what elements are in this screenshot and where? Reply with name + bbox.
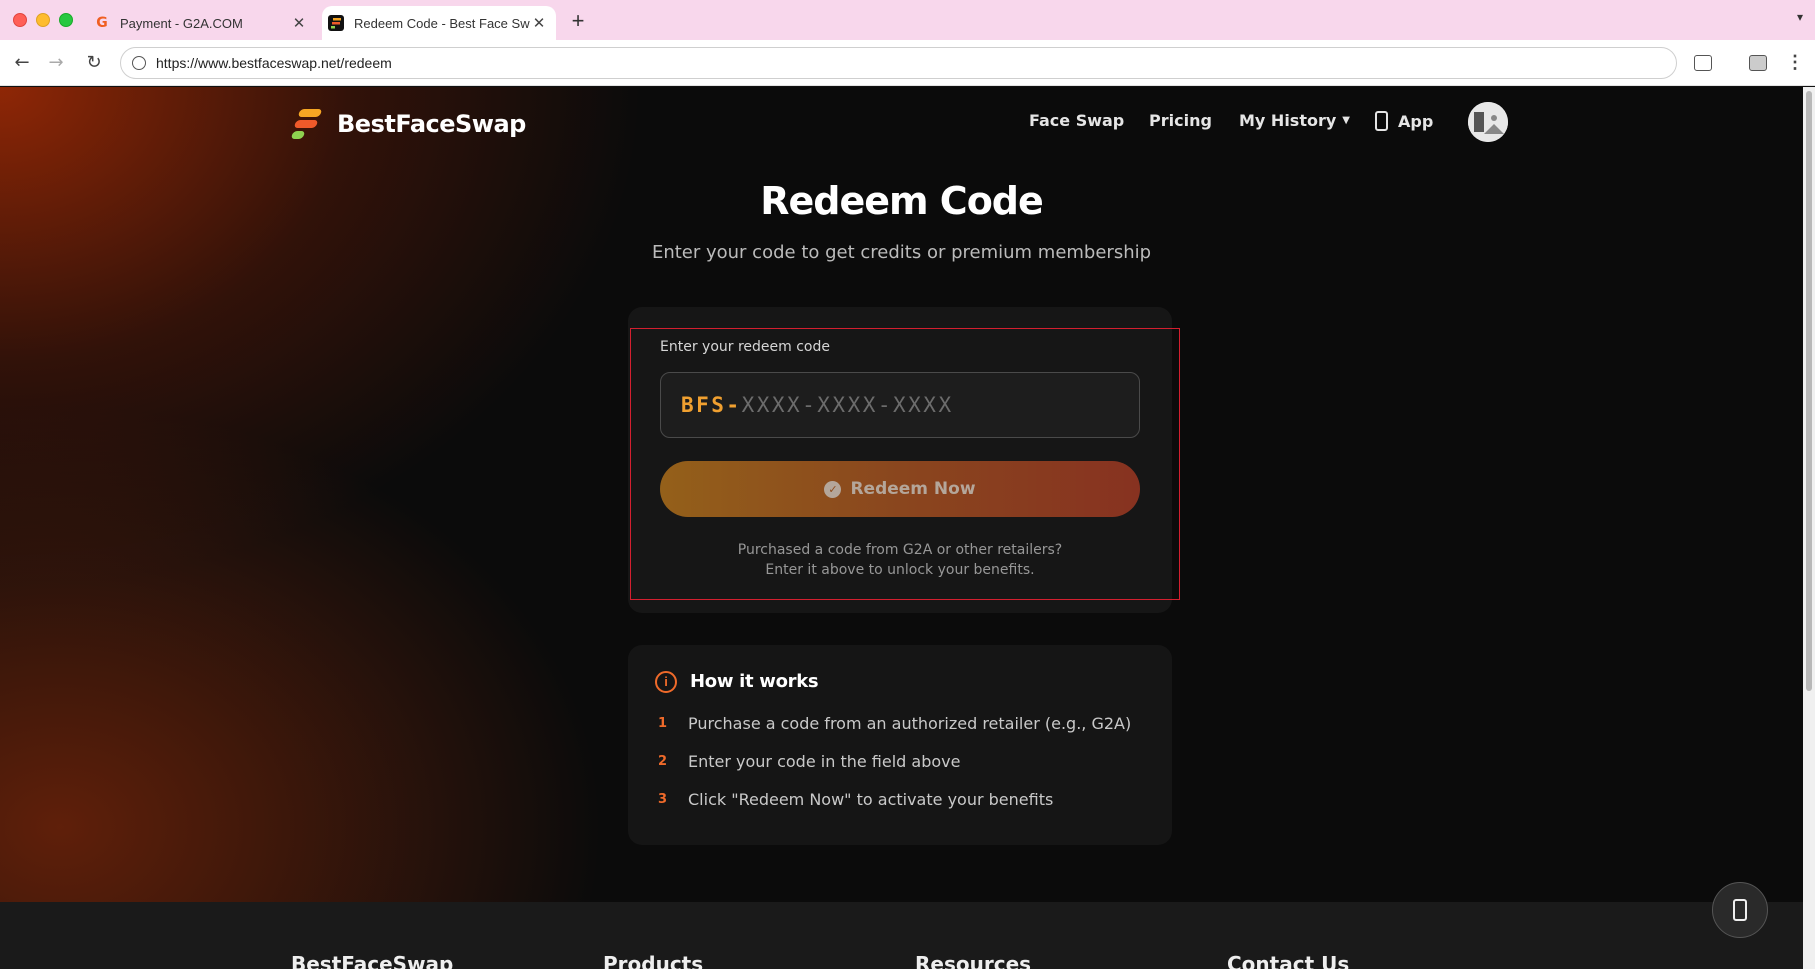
- site-logo[interactable]: BestFaceSwap: [290, 107, 526, 141]
- redeem-code-input[interactable]: BFS- XXXX-XXXX-XXXX: [660, 372, 1140, 438]
- step-number: 3: [658, 792, 668, 807]
- step-text: Enter your code in the field above: [688, 752, 961, 771]
- browser-toolbar: ← → ↻ https://www.bestfaceswap.net/redee…: [0, 40, 1815, 86]
- step-text: Purchase a code from an authorized retai…: [688, 714, 1132, 733]
- close-icon[interactable]: ✕: [530, 14, 548, 32]
- info-icon: i: [655, 671, 677, 693]
- tab-title: Redeem Code - Best Face Swap: [354, 15, 530, 31]
- browser-tab-g2a[interactable]: G Payment - G2A.COM ✕: [88, 6, 316, 40]
- browser-tab-bestfaceswap[interactable]: Redeem Code - Best Face Swap ✕: [322, 6, 556, 40]
- browser-tab-strip: G Payment - G2A.COM ✕ Redeem Code - Best…: [0, 0, 1815, 40]
- window-zoom-button[interactable]: [59, 13, 73, 27]
- image-placeholder-icon: [1468, 102, 1508, 142]
- footer-heading-contact: Contact Us: [1227, 952, 1350, 969]
- step-text: Click "Redeem Now" to activate your bene…: [688, 790, 1054, 809]
- nav-app-label: App: [1398, 111, 1434, 131]
- phone-icon: [1733, 899, 1747, 921]
- phone-icon: [1375, 111, 1388, 131]
- nav-my-history[interactable]: My History ▼: [1239, 111, 1350, 130]
- user-avatar[interactable]: [1468, 102, 1508, 142]
- url-text: https://www.bestfaceswap.net/redeem: [156, 55, 392, 71]
- check-circle-icon: ✓: [824, 480, 842, 498]
- footer-heading-products: Products: [603, 952, 704, 969]
- step-number: 1: [658, 716, 668, 731]
- nav-face-swap-label: Face Swap: [1029, 111, 1125, 130]
- close-icon[interactable]: ✕: [290, 14, 308, 32]
- step-number: 2: [658, 754, 668, 769]
- forward-arrow-icon[interactable]: →: [44, 52, 68, 73]
- code-placeholder: XXXX-XXXX-XXXX: [741, 393, 954, 417]
- help-text-line-2: Enter it above to unlock your benefits.: [765, 562, 1035, 578]
- footer-heading-resources: Resources: [915, 952, 1032, 969]
- reload-icon[interactable]: ↻: [82, 52, 106, 73]
- new-tab-button[interactable]: +: [566, 8, 590, 34]
- nav-pricing-label: Pricing: [1149, 111, 1212, 130]
- g2a-icon: G: [96, 15, 108, 31]
- help-text-line-1: Purchased a code from G2A or other retai…: [737, 542, 1063, 558]
- brand-logo-icon: [290, 107, 323, 141]
- profile-icon[interactable]: [1749, 55, 1767, 71]
- window-minimize-button[interactable]: [36, 13, 50, 27]
- how-it-works-title: How it works: [690, 671, 819, 692]
- back-arrow-icon[interactable]: ←: [10, 52, 34, 73]
- scrollbar-thumb[interactable]: [1806, 91, 1812, 691]
- nav-app[interactable]: App: [1375, 111, 1433, 131]
- nav-face-swap[interactable]: Face Swap: [1029, 111, 1124, 130]
- redeem-now-button[interactable]: ✓ Redeem Now: [660, 461, 1140, 517]
- how-it-works-step: 1 Purchase a code from an authorized ret…: [658, 714, 1131, 733]
- code-prefix: BFS-: [681, 393, 742, 417]
- chevron-down-icon: ▼: [1342, 115, 1350, 126]
- site-info-icon[interactable]: [132, 56, 146, 70]
- page-title: Redeem Code: [760, 179, 1044, 223]
- page-subtitle: Enter your code to get credits or premiu…: [651, 242, 1152, 263]
- floating-app-button[interactable]: [1712, 882, 1768, 938]
- bestfaceswap-icon: [328, 15, 344, 31]
- brand-name: BestFaceSwap: [337, 110, 526, 138]
- nav-pricing[interactable]: Pricing: [1149, 111, 1212, 130]
- how-it-works-step: 2 Enter your code in the field above: [658, 752, 960, 771]
- extensions-icon[interactable]: [1694, 55, 1712, 71]
- tab-title: Payment - G2A.COM: [120, 15, 243, 31]
- redeem-code-label: Enter your redeem code: [660, 339, 830, 355]
- site-footer: BestFaceSwap Products Resources Contact …: [0, 902, 1803, 969]
- window-close-button[interactable]: [13, 13, 27, 27]
- address-bar[interactable]: https://www.bestfaceswap.net/redeem: [120, 47, 1677, 79]
- nav-my-history-label: My History: [1239, 111, 1337, 130]
- page-scrollbar[interactable]: [1803, 87, 1815, 969]
- page-viewport: BestFaceSwap Face Swap Pricing My Histor…: [0, 87, 1803, 969]
- how-it-works-step: 3 Click "Redeem Now" to activate your be…: [658, 790, 1053, 809]
- footer-heading-brand: BestFaceSwap: [291, 952, 454, 969]
- browser-menu-icon[interactable]: ⋮: [1786, 52, 1804, 73]
- tab-search-chevron-icon[interactable]: ▾: [1797, 10, 1803, 24]
- redeem-now-label: Redeem Now: [850, 479, 976, 499]
